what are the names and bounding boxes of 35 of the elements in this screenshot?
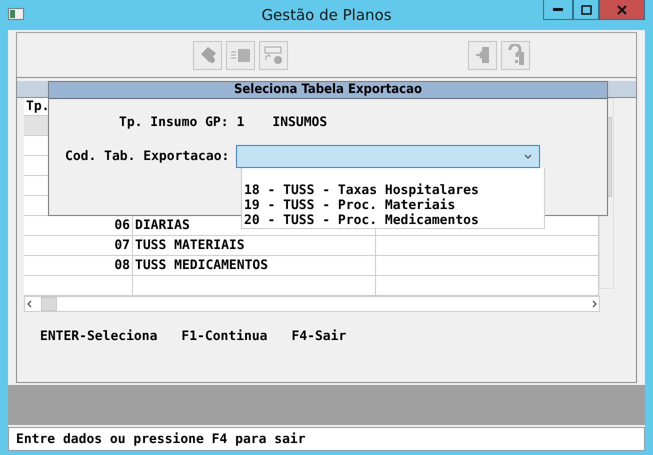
maximize-button[interactable] xyxy=(573,0,599,20)
grid-gear-button[interactable] xyxy=(259,40,288,70)
minimize-button[interactable] xyxy=(543,0,573,20)
scrollbar-thumb[interactable] xyxy=(41,297,57,311)
dropdown-option[interactable]: 18 - TUSS - Taxas Hospitalares xyxy=(244,183,544,198)
dialog-title: Seleciona Tabela Exportacao xyxy=(49,82,607,99)
export-table-dropdown[interactable] xyxy=(236,145,540,168)
list-icon xyxy=(230,46,252,64)
maximize-icon xyxy=(580,4,592,14)
insumo-label: Tp. Insumo GP: xyxy=(119,115,229,130)
key-hint: ENTER-Seleciona xyxy=(40,329,158,344)
app-icon xyxy=(8,8,24,20)
exit-door-icon xyxy=(474,45,492,65)
horizontal-scrollbar[interactable] xyxy=(24,296,600,312)
key-hint: F1-Continua xyxy=(181,329,268,344)
dropdown-option[interactable]: 19 - TUSS - Proc. Materiais xyxy=(244,198,544,213)
help-icon xyxy=(506,44,524,66)
tag-button[interactable] xyxy=(193,40,222,70)
name-cell: TUSS MATERIAIS xyxy=(133,236,376,255)
status-text: Entre dados ou pressione F4 para sair xyxy=(16,432,306,446)
grid-gear-icon xyxy=(262,45,284,65)
list-button[interactable] xyxy=(226,40,255,70)
help-button[interactable] xyxy=(501,40,530,70)
column-header: Tp. xyxy=(25,99,50,114)
insumo-name: INSUMOS xyxy=(272,115,328,130)
exit-door-button[interactable] xyxy=(468,40,497,70)
field-label: Cod. Tab. Exportacao: xyxy=(65,149,230,164)
name-cell: TUSS MEDICAMENTOS xyxy=(133,256,376,275)
close-button[interactable] xyxy=(599,0,645,20)
minimize-icon xyxy=(553,8,563,12)
window-title: Gestão de Planos xyxy=(260,6,393,24)
caret-icon xyxy=(523,152,534,162)
close-icon xyxy=(617,4,627,14)
insumo-code: 1 xyxy=(236,115,244,130)
key-hint: F4-Sair xyxy=(292,329,346,344)
